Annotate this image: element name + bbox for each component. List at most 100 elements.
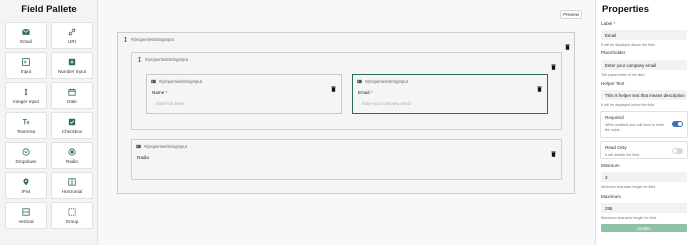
drag-handle-icon[interactable]: [123, 37, 128, 42]
vertical-layout-container[interactable]: #/properties/stringInput #/properties/st…: [117, 32, 575, 194]
palette-item-label: Checkbox: [61, 128, 83, 134]
required-marker: *: [165, 90, 168, 95]
email-icon: [21, 28, 31, 36]
label-input[interactable]: Email: [601, 30, 687, 40]
container-path: #/properties/stringInput: [145, 57, 188, 62]
palette-item-ipv4[interactable]: IPv4: [5, 172, 47, 199]
palette-item-label: Email: [20, 38, 32, 44]
palette-item-date[interactable]: Date: [51, 82, 93, 109]
read-only-caption: Read Only: [605, 145, 627, 150]
required-card: Required When enabled user will have to …: [600, 111, 688, 138]
input-type-icon: [151, 79, 156, 84]
field-label: Radio: [137, 155, 150, 160]
palette-item-label: IPv4: [21, 188, 31, 194]
label-caption-text: Label: [601, 21, 613, 26]
palette-item-radio[interactable]: Radio: [51, 142, 93, 169]
name-input[interactable]: Enter full name: [152, 99, 337, 108]
palette-item-input[interactable]: Input: [5, 52, 47, 79]
required-marker: *: [370, 90, 373, 95]
field-palette: Field Pallete Email URI Input Number Inp…: [0, 0, 98, 245]
delete-container-icon[interactable]: [565, 37, 571, 50]
palette-item-checkbox[interactable]: Checkbox: [51, 112, 93, 139]
palette-item-label: Input: [20, 68, 32, 74]
palette-item-label: Radio: [65, 158, 78, 164]
field-header: #/properties/stringInput: [357, 79, 408, 84]
read-only-toggle[interactable]: [672, 148, 683, 154]
palette-item-integer-input[interactable]: Integer Input: [5, 82, 47, 109]
label-help: It will be displayed above the field.: [601, 43, 656, 47]
placeholder-caption: Placeholder: [601, 50, 626, 55]
textarea-icon: [21, 118, 31, 126]
required-help: When enabled user will have to enter the…: [605, 123, 665, 132]
required-toggle[interactable]: [672, 121, 683, 127]
read-only-card: Read Only It will disable the field.: [600, 141, 688, 159]
field-path: #/properties/stringInput: [144, 144, 187, 149]
placeholder-input[interactable]: Enter your company email: [601, 60, 687, 70]
email-field-card[interactable]: #/properties/stringInput Email * Enter y…: [352, 74, 548, 114]
helper-text-caption: Helper Text: [601, 81, 625, 86]
horizontal-layout-container[interactable]: #/properties/stringInput #/properties/st…: [131, 52, 562, 130]
calendar-icon: [67, 88, 77, 96]
input-type-icon: [136, 144, 141, 149]
palette-item-label: Group: [65, 218, 79, 224]
palette-item-label: Integer Input: [13, 98, 39, 104]
minimum-help: Minimum character length for field.: [601, 185, 657, 189]
location-icon: [21, 177, 31, 186]
placeholder-help: The placeholder of the field.: [601, 73, 646, 77]
radio-icon: [67, 147, 77, 156]
delete-container-icon[interactable]: [551, 57, 557, 70]
maximum-input[interactable]: 255: [601, 203, 687, 213]
maximum-caption: Maximum: [601, 194, 621, 199]
link-icon: [67, 28, 77, 36]
drag-handle-icon[interactable]: [137, 57, 142, 62]
required-caption: Required: [605, 115, 624, 120]
properties-panel: Properties Label * Email It will be disp…: [595, 0, 690, 245]
input-icon: [21, 57, 31, 66]
container-path: #/properties/stringInput: [131, 37, 174, 42]
field-path: #/properties/stringInput: [365, 79, 408, 84]
palette-item-textarea[interactable]: TextArea: [5, 112, 47, 139]
palette-item-horizontal[interactable]: Horizontal: [51, 172, 93, 199]
palette-grid: Email URI Input Number Input Integer Inp…: [5, 22, 93, 229]
update-button[interactable]: Update: [601, 224, 687, 232]
email-input[interactable]: Enter your company email: [358, 99, 543, 108]
minimum-input[interactable]: 3: [601, 172, 687, 182]
palette-item-vertical[interactable]: Vertical: [5, 202, 47, 229]
delete-field-icon[interactable]: [537, 79, 543, 92]
delete-field-icon[interactable]: [551, 144, 557, 157]
palette-item-label: URI: [68, 38, 76, 44]
palette-item-dropdown[interactable]: Dropdown: [5, 142, 47, 169]
toggle-knob: [673, 149, 677, 153]
vertical-icon: [21, 207, 31, 216]
checkbox-icon: [67, 118, 77, 126]
preview-button[interactable]: Preview: [560, 10, 582, 19]
group-icon: [67, 207, 77, 216]
helper-text-input[interactable]: This is helper text that means descripti…: [601, 90, 687, 100]
field-label-text: Name: [152, 90, 165, 95]
horizontal-icon: [67, 177, 77, 186]
palette-item-label: Date: [67, 98, 77, 104]
field-header: #/properties/stringInput: [136, 144, 187, 149]
palette-item-label: Dropdown: [15, 158, 37, 164]
form-canvas: Preview #/properties/stringInput #/prope…: [98, 0, 595, 245]
palette-item-email[interactable]: Email: [5, 22, 47, 49]
name-field-card[interactable]: #/properties/stringInput Name * Enter fu…: [146, 74, 342, 114]
field-label: Email *: [358, 90, 373, 95]
integer-icon: [21, 88, 31, 96]
label-caption: Label *: [601, 21, 615, 26]
field-header: #/properties/stringInput: [151, 79, 202, 84]
dropdown-icon: [21, 147, 31, 156]
field-path: #/properties/stringInput: [159, 79, 202, 84]
palette-item-uri[interactable]: URI: [51, 22, 93, 49]
number-icon: [67, 58, 77, 66]
helper-text-help: It will be displayed below the field.: [601, 103, 656, 107]
palette-item-group[interactable]: Group: [51, 202, 93, 229]
palette-item-label: Horizontal: [61, 188, 83, 194]
minimum-caption: Minimum: [601, 163, 620, 168]
radio-field-card[interactable]: #/properties/stringInput Radio: [131, 139, 562, 180]
properties-title: Properties: [602, 4, 649, 15]
delete-field-icon[interactable]: [331, 79, 337, 92]
palette-item-number-input[interactable]: Number Input: [51, 52, 93, 79]
required-marker: *: [613, 21, 616, 26]
palette-item-label: Number Input: [58, 68, 86, 74]
